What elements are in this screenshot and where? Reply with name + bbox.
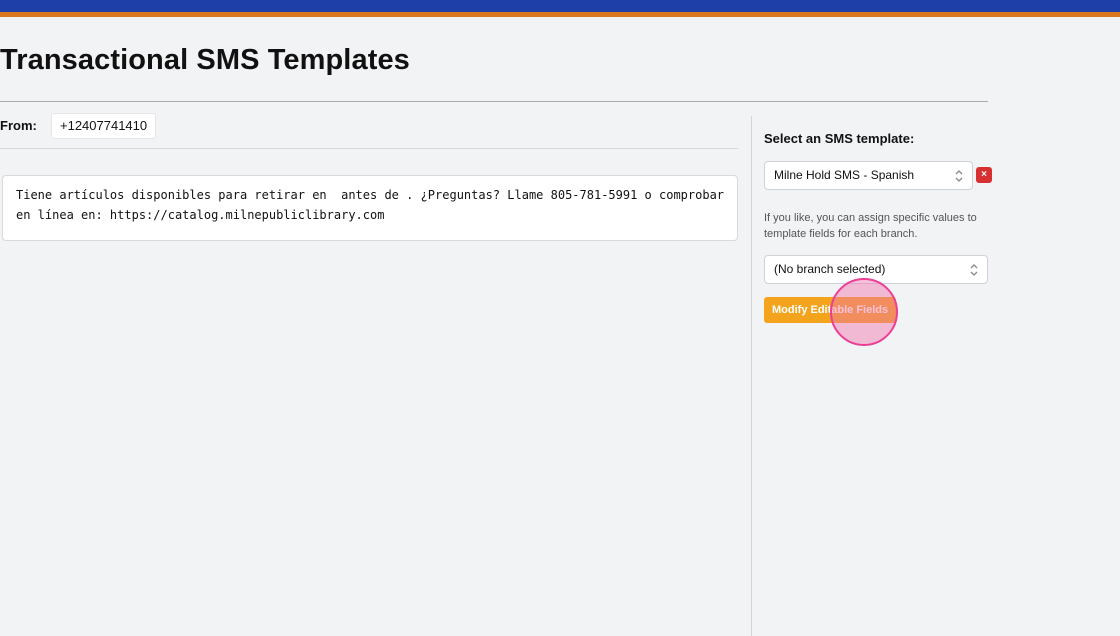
message-preview: Tiene artículos disponibles para retirar… — [2, 175, 738, 241]
modify-editable-fields-button[interactable]: Modify Editable Fields — [764, 297, 897, 323]
template-select-heading: Select an SMS template: — [764, 131, 915, 146]
top-bar-accent — [0, 12, 1120, 17]
template-select[interactable]: Milne Hold SMS - Spanish — [764, 161, 973, 190]
chevron-up-down-icon — [970, 264, 978, 276]
branch-help-text: If you like, you can assign specific val… — [764, 212, 977, 240]
from-divider — [0, 148, 738, 149]
branch-select-value: (No branch selected) — [774, 262, 886, 276]
from-label: From: — [0, 118, 37, 133]
from-number: +12407741410 — [51, 113, 157, 139]
template-select-value: Milne Hold SMS - Spanish — [774, 168, 915, 182]
title-divider — [0, 101, 988, 102]
chevron-up-down-icon — [955, 170, 963, 182]
remove-template-button[interactable]: × — [976, 167, 992, 183]
branch-select[interactable]: (No branch selected) — [764, 255, 988, 284]
close-icon: × — [981, 169, 987, 180]
page-title: Transactional SMS Templates — [0, 44, 410, 76]
top-bar-primary — [0, 0, 1120, 12]
sidebar-divider — [751, 116, 752, 636]
